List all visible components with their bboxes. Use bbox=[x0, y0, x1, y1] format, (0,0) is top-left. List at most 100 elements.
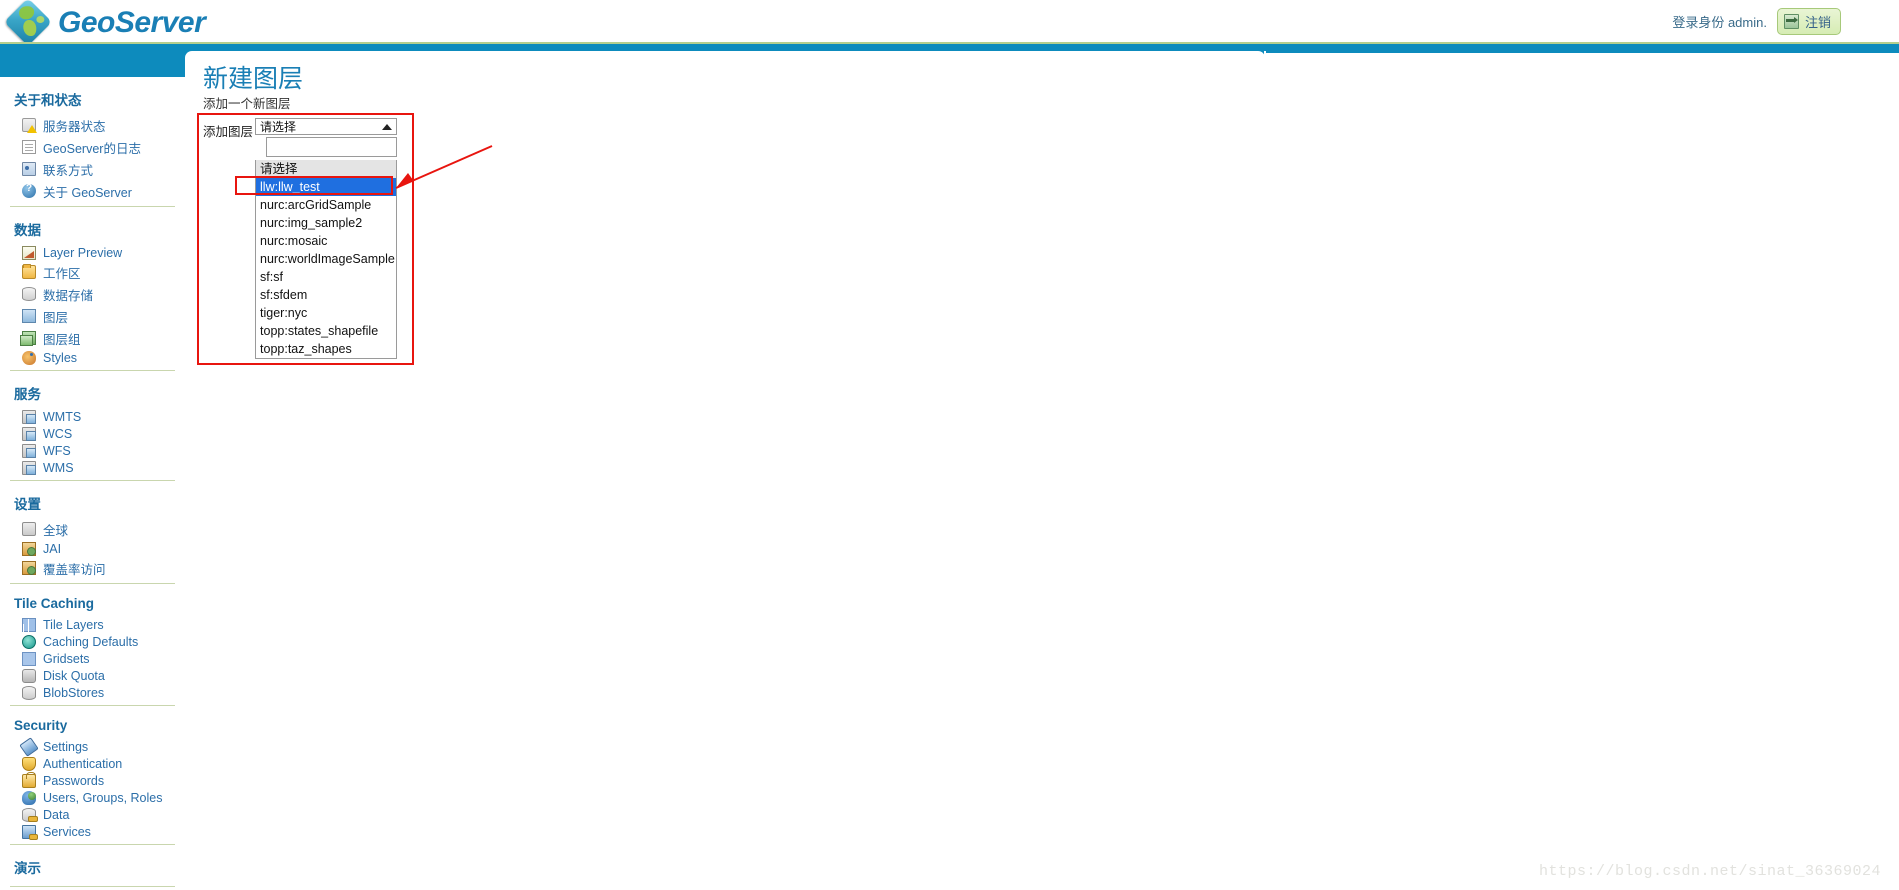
sidebar-item-tile-layers[interactable]: Tile Layers bbox=[0, 616, 185, 633]
sidebar-section: Security Settings Authentication Passwords U… bbox=[0, 706, 185, 845]
wmts-service-icon bbox=[22, 409, 36, 424]
sidebar-item-[interactable]: 数据存储 bbox=[0, 283, 185, 305]
sidebar-item-wms[interactable]: WMS bbox=[0, 459, 185, 476]
sidebar-item-label: Services bbox=[43, 824, 91, 839]
layer-option[interactable]: nurc:mosaic bbox=[256, 232, 396, 250]
global-settings-icon bbox=[22, 522, 36, 536]
sidebar-item-[interactable]: 联系方式 bbox=[0, 158, 185, 180]
sidebar-section-title: 设置 bbox=[14, 497, 41, 512]
sidebar-item-label: 工作区 bbox=[43, 266, 81, 281]
layer-option[interactable]: nurc:img_sample2 bbox=[256, 214, 396, 232]
sidebar-item-wmts[interactable]: WMTS bbox=[0, 408, 185, 425]
sidebar-item-label: Passwords bbox=[43, 773, 105, 788]
sidebar-item-data[interactable]: Data bbox=[0, 806, 185, 823]
logout-button[interactable]: 注销 bbox=[1776, 8, 1841, 35]
sidebar-item-[interactable]: 全球 bbox=[0, 518, 185, 540]
sidebar-item-label: Settings bbox=[43, 739, 89, 754]
sidebar-item-label: Styles bbox=[43, 350, 78, 365]
sidebar-section-title: Security bbox=[14, 718, 68, 733]
sidebar-item-label: 图层组 bbox=[43, 332, 81, 347]
blobstores-icon bbox=[22, 685, 36, 700]
sidebar-item-[interactable]: 图层 bbox=[0, 305, 185, 327]
sidebar-item-label: WFS bbox=[43, 443, 71, 458]
layer-option-selected[interactable]: llw:llw_test bbox=[256, 178, 397, 196]
sidebar-item-[interactable]: 覆盖率访问 bbox=[0, 557, 185, 579]
sidebar-item-label: BlobStores bbox=[43, 685, 105, 700]
layer-option[interactable]: sf:sf bbox=[256, 268, 396, 286]
content-right-edge bbox=[1264, 51, 1266, 227]
sidebar-item-jai[interactable]: JAI bbox=[0, 540, 185, 557]
data-security-icon bbox=[22, 807, 38, 822]
sidebar-item-blobstores[interactable]: BlobStores bbox=[0, 684, 185, 701]
page-title: 新建图层 bbox=[203, 65, 304, 93]
log-document-icon bbox=[22, 140, 36, 154]
sidebar-item-label: 联系方式 bbox=[43, 163, 94, 178]
coverage-access-icon bbox=[22, 561, 36, 575]
sidebar-item-label: 关于 GeoServer bbox=[43, 185, 132, 200]
sidebar-item-settings[interactable]: Settings bbox=[0, 736, 185, 757]
sidebar-item-wfs[interactable]: WFS bbox=[0, 442, 185, 459]
disk-quota-icon bbox=[22, 668, 36, 683]
sidebar-item-label: 数据存储 bbox=[43, 288, 94, 303]
logout-button-label: 注销 bbox=[1804, 15, 1831, 30]
caching-defaults-globe-icon bbox=[22, 634, 36, 649]
sidebar-section: 服务 WMTS WCS WFS WMS bbox=[0, 371, 185, 481]
layer-option[interactable]: topp:taz_shapes bbox=[256, 340, 396, 358]
login-area: 登录身份 admin. 注销 bbox=[1672, 8, 1841, 35]
about-help-icon bbox=[22, 183, 36, 198]
sidebar-item-layer-preview[interactable]: Layer Preview bbox=[0, 244, 185, 261]
sidebar-item-label: WCS bbox=[43, 426, 73, 441]
sidebar-item-styles[interactable]: Styles bbox=[0, 349, 185, 366]
layer-group-icon bbox=[20, 331, 36, 346]
sidebar-item-services[interactable]: Services bbox=[0, 823, 185, 840]
sidebar-item-label: 全球 bbox=[43, 523, 69, 538]
sidebar-item-[interactable]: 工作区 bbox=[0, 261, 185, 283]
wcs-service-icon bbox=[22, 426, 36, 441]
sidebar-item-wcs[interactable]: WCS bbox=[0, 425, 185, 442]
sidebar-item-caching-defaults[interactable]: Caching Defaults bbox=[0, 633, 185, 650]
sidebar-item-disk-quota[interactable]: Disk Quota bbox=[0, 667, 185, 684]
services-security-icon bbox=[22, 824, 38, 840]
layer-select-box[interactable]: 请选择 bbox=[255, 118, 398, 135]
sidebar-item-label: 覆盖率访问 bbox=[43, 562, 106, 577]
sidebar-item-gridsets[interactable]: Gridsets bbox=[0, 650, 185, 667]
sidebar-item-geoserver[interactable]: 关于 GeoServer bbox=[0, 180, 185, 202]
layer-option-list: 请选择 llw:llw_test nurc:arcGridSample nurc:im… bbox=[255, 160, 398, 359]
layer-option[interactable]: 请选择 bbox=[256, 160, 397, 178]
sidebar-item-label: Authentication bbox=[43, 756, 123, 771]
users-groups-roles-icon bbox=[22, 790, 36, 805]
sidebar-item-label: 服务器状态 bbox=[43, 119, 106, 134]
layer-option[interactable]: sf:sfdem bbox=[256, 286, 396, 304]
jai-settings-icon bbox=[22, 541, 36, 556]
gridsets-grid-icon bbox=[22, 651, 36, 666]
sidebar-item-label: Users, Groups, Roles bbox=[43, 790, 163, 805]
page-header: GeoServer 登录身份 admin. 注销 bbox=[0, 0, 1899, 53]
sidebar-section: 演示 bbox=[0, 845, 185, 887]
sidebar-section-title: Tile Caching bbox=[14, 596, 95, 611]
layer-option[interactable]: tiger:nyc bbox=[256, 304, 396, 322]
tile-layers-icon bbox=[22, 617, 36, 633]
sidebar-item-label: Data bbox=[43, 807, 70, 822]
page-subtitle: 添加一个新图层 bbox=[203, 97, 291, 111]
sidebar-item-label: Layer Preview bbox=[43, 245, 123, 260]
sidebar-item-passwords[interactable]: Passwords bbox=[0, 771, 185, 789]
layer-option[interactable]: topp:states_shapefile bbox=[256, 322, 396, 340]
layer-filter-input[interactable] bbox=[266, 137, 398, 157]
sidebar-item-authentication[interactable]: Authentication bbox=[0, 755, 185, 772]
wfs-service-icon bbox=[22, 443, 36, 458]
sidebar-item-[interactable]: 服务器状态 bbox=[0, 114, 185, 136]
sidebar-section: 数据 Layer Preview 工作区 数据存储 图层 图层组 Styles bbox=[0, 207, 185, 371]
sidebar-item-label: WMS bbox=[43, 460, 74, 475]
layer-option[interactable]: nurc:worldImageSample bbox=[256, 250, 396, 268]
logout-door-icon bbox=[1783, 14, 1799, 29]
styles-palette-icon bbox=[22, 350, 36, 365]
sidebar-item-label: Disk Quota bbox=[43, 668, 105, 683]
layer-option[interactable]: nurc:arcGridSample bbox=[256, 196, 396, 214]
sidebar-section: 关于和状态服务器状态 GeoServer的日志联系方式关于 GeoServer bbox=[0, 77, 185, 207]
sidebar-item-users-groups-roles[interactable]: Users, Groups, Roles bbox=[0, 789, 185, 806]
sidebar-item-[interactable]: 图层组 bbox=[0, 327, 185, 349]
add-layer-form-row: 添加图层 请选择 请选择 llw:llw_test nurc:arcGridSamp… bbox=[203, 118, 398, 359]
geoserver-logo[interactable]: GeoServer bbox=[3, 0, 206, 47]
contact-card-icon bbox=[22, 162, 36, 176]
sidebar-item-geoserver[interactable]: GeoServer的日志 bbox=[0, 136, 185, 158]
